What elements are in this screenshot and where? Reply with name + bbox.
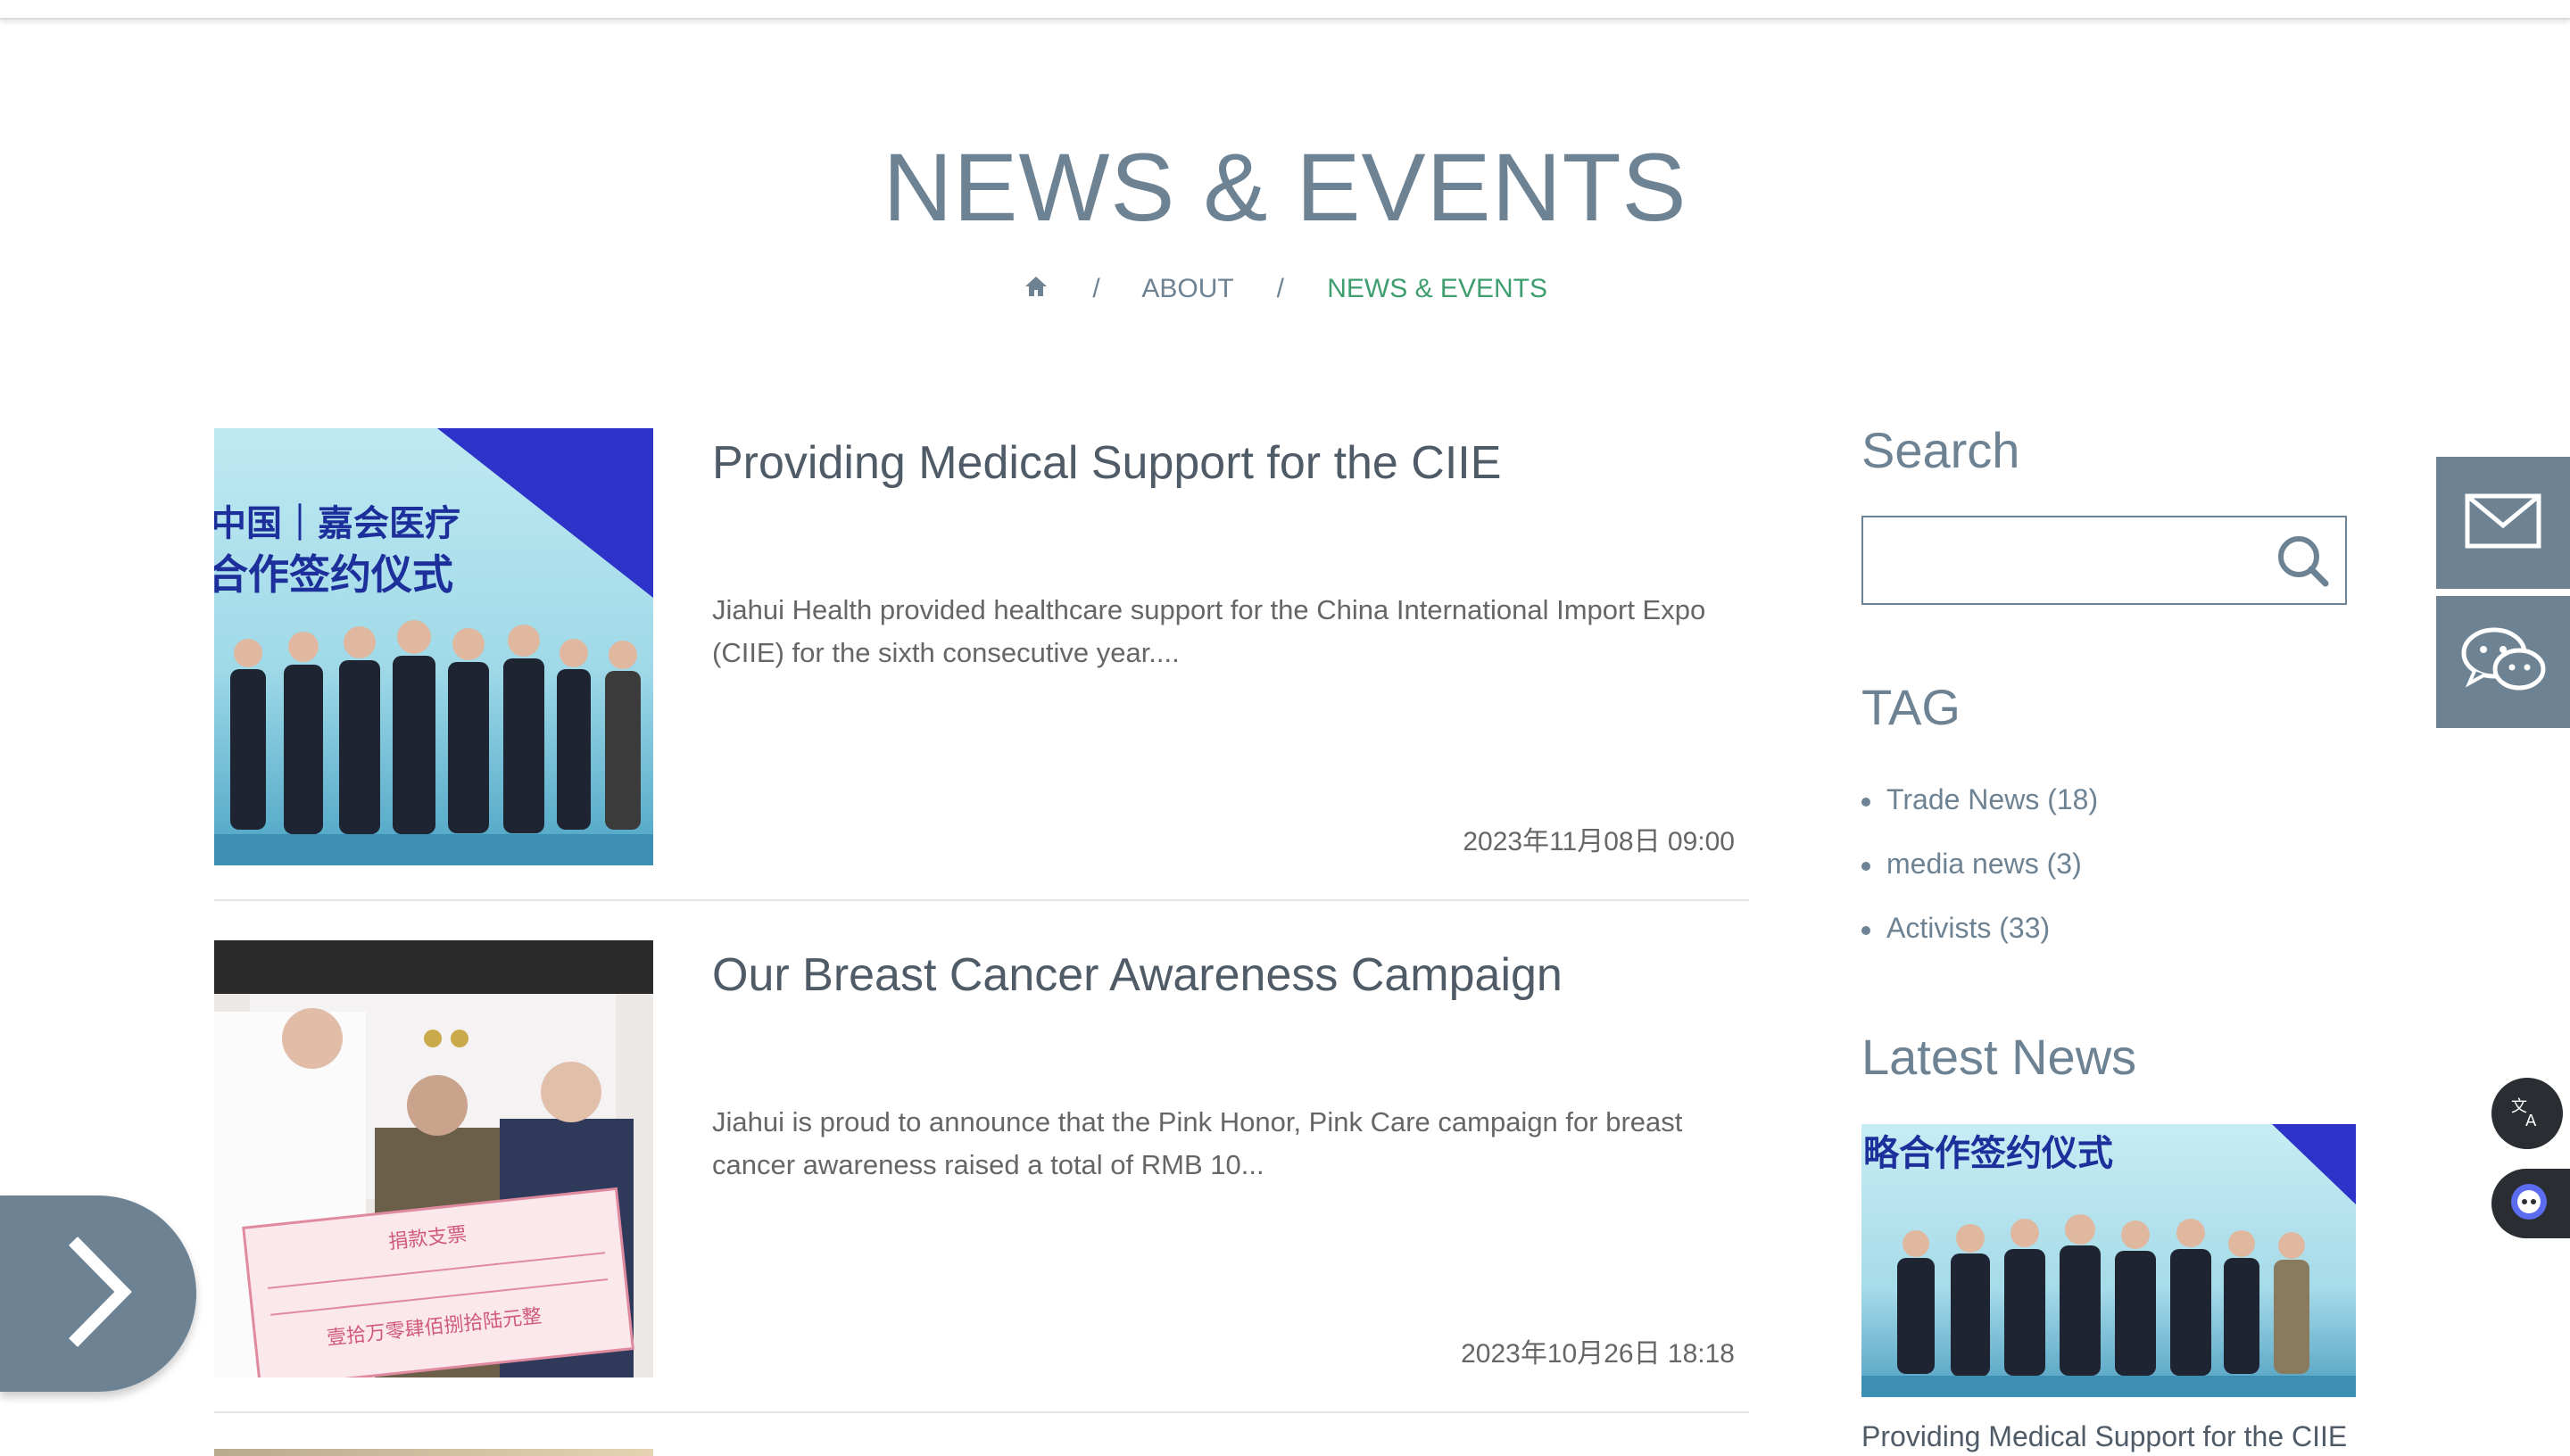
wechat-button[interactable]: [2436, 596, 2570, 728]
wechat-icon: [2458, 625, 2548, 700]
tag-item[interactable]: media news (3): [1861, 831, 2098, 896]
top-nav-bar: [0, 0, 2570, 20]
article-title[interactable]: Providing Medical Support for the CIIE: [712, 432, 1501, 494]
breadcrumb-separator: /: [1092, 274, 1100, 303]
search-input[interactable]: [1863, 517, 2292, 603]
article-item: 中国｜嘉会医疗 合作签约仪式 Providing Medical Support…: [214, 428, 1749, 901]
bullet-icon: [1861, 925, 1870, 935]
breadcrumb-about[interactable]: ABOUT: [1141, 274, 1233, 303]
tag-item[interactable]: Trade News (18): [1861, 767, 2098, 831]
article-date: 2023年10月26日 18:18: [1461, 1339, 1735, 1369]
page-title: NEWS & EVENTS: [883, 133, 1687, 241]
chevron-right-icon: [62, 1234, 134, 1354]
thumb-caption: 略合作签约仪式: [1863, 1133, 2113, 1174]
article-list: 中国｜嘉会医疗 合作签约仪式 Providing Medical Support…: [214, 428, 1749, 1452]
bullet-icon: [1861, 861, 1870, 871]
translate-button[interactable]: 文A: [2491, 1078, 2563, 1149]
translate-icon: 文A: [2509, 1094, 2545, 1134]
home-icon[interactable]: [1023, 273, 1049, 300]
mail-button[interactable]: [2436, 457, 2570, 589]
article-thumbnail[interactable]: 捐款支票 壹拾万零肆佰捌拾陆元整: [214, 940, 653, 1377]
breadcrumb-separator: /: [1276, 274, 1284, 303]
thumb-caption: 中国｜嘉会医疗: [214, 503, 460, 544]
breadcrumb: / ABOUT / NEWS & EVENTS: [0, 271, 2570, 307]
search-heading: Search: [1861, 422, 2020, 478]
latest-news-thumbnail[interactable]: 略合作签约仪式: [1861, 1124, 2356, 1397]
next-page-button[interactable]: [0, 1195, 196, 1392]
breadcrumb-current: NEWS & EVENTS: [1327, 274, 1547, 303]
search-box: [1861, 516, 2347, 605]
bullet-icon: [1861, 797, 1870, 807]
assistant-button[interactable]: [2491, 1169, 2570, 1238]
article-date: 2023年11月08日 09:00: [1463, 827, 1735, 856]
sidebar: Search TAG Trade News (18) media news (3…: [1861, 419, 2361, 1452]
article-title[interactable]: Our Breast Cancer Awareness Campaign: [712, 944, 1563, 1006]
article-thumbnail[interactable]: [214, 1449, 653, 1456]
latest-news-heading: Latest News: [1861, 1029, 2137, 1085]
mail-icon: [2465, 493, 2541, 553]
tag-label[interactable]: Activists (33): [1886, 912, 2050, 944]
article-summary: Jiahui Health provided healthcare suppor…: [712, 594, 1706, 668]
tag-list: Trade News (18) media news (3) Activists…: [1861, 767, 2098, 960]
article-summary: Jiahui is proud to announce that the Pin…: [712, 1106, 1683, 1180]
article-thumbnail[interactable]: 中国｜嘉会医疗 合作签约仪式: [214, 428, 653, 865]
svg-text:A: A: [2525, 1112, 2537, 1129]
article-item: 捐款支票 壹拾万零肆佰捌拾陆元整 Our Breast Cancer Aware…: [214, 940, 1749, 1413]
search-icon[interactable]: [2274, 532, 2331, 589]
thumb-caption: 合作签约仪式: [214, 550, 453, 599]
tag-label[interactable]: Trade News (18): [1886, 783, 2098, 815]
tag-item[interactable]: Activists (33): [1861, 896, 2098, 960]
latest-news-title[interactable]: Providing Medical Support for the CIIE: [1861, 1420, 2347, 1453]
assistant-icon: [2509, 1182, 2549, 1226]
tag-label[interactable]: media news (3): [1886, 848, 2082, 880]
tag-heading: TAG: [1861, 679, 1961, 735]
